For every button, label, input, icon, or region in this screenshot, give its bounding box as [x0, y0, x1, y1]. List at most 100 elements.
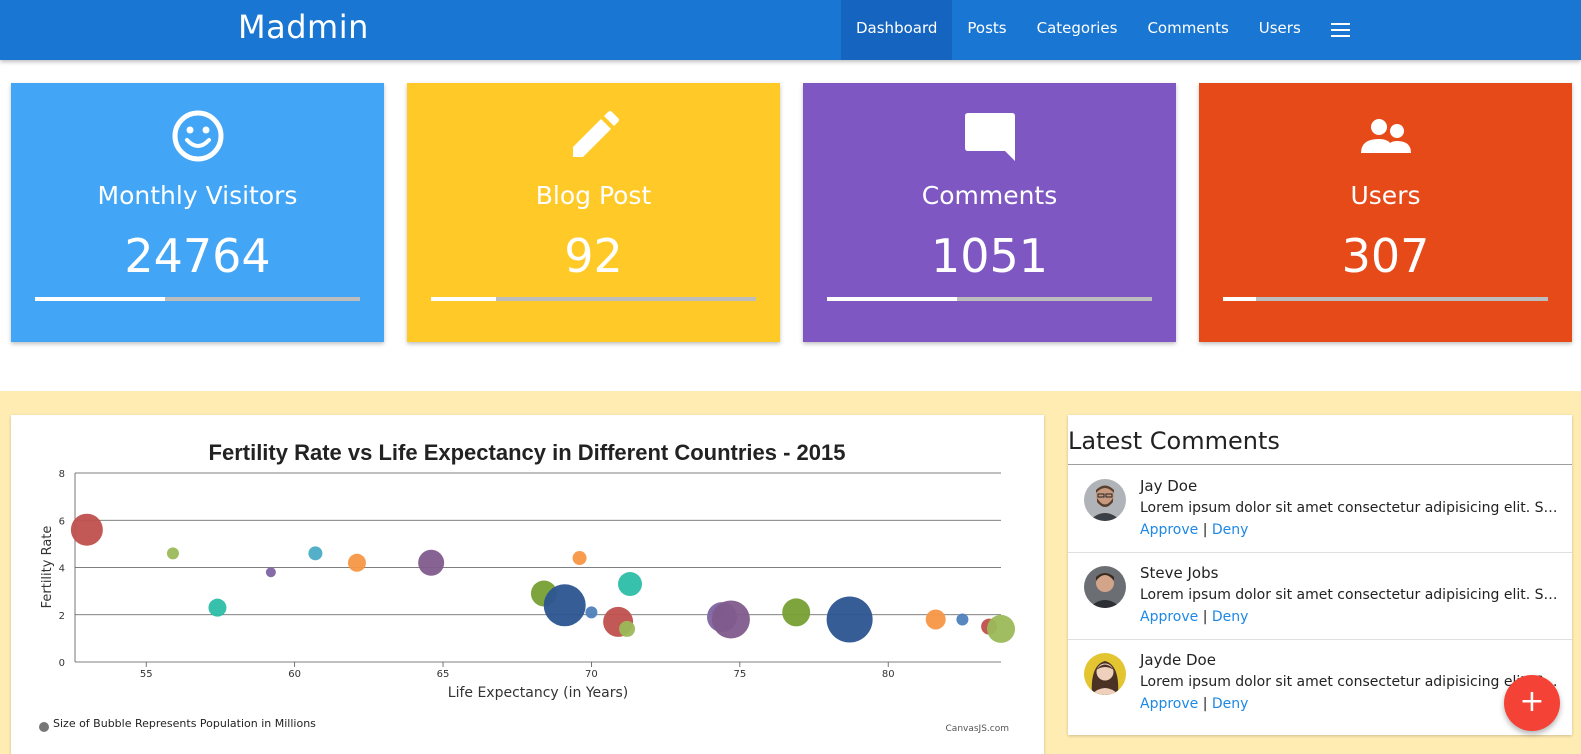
y-tick-label: 2	[59, 611, 65, 622]
chart-bubble[interactable]	[572, 551, 587, 566]
man-with-beard-avatar	[1084, 479, 1126, 521]
y-axis-label: Fertility Rate	[40, 526, 55, 609]
stat-progress-bar	[35, 297, 360, 301]
comment-author: Jay Doe	[1140, 477, 1198, 495]
chart-bubbles	[70, 513, 1015, 643]
chart-bubble[interactable]	[308, 546, 323, 561]
x-tick-label: 75	[733, 669, 746, 680]
comment-actions: Approve | Deny	[1140, 522, 1248, 538]
chart-bubble[interactable]	[711, 600, 750, 639]
nav-comments[interactable]: Comments	[1132, 0, 1243, 60]
nav-dashboard[interactable]: Dashboard	[841, 0, 953, 60]
chart-title: Fertility Rate vs Life Expectancy in Dif…	[209, 440, 846, 465]
comment-actions: Approve | Deny	[1140, 609, 1248, 625]
y-tick-label: 6	[59, 516, 65, 527]
chart-bubble[interactable]	[925, 609, 946, 630]
main-nav: Dashboard Posts Categories Comments User…	[841, 0, 1366, 60]
bubble-chart: Fertility Rate vs Life Expectancy in Dif…	[39, 440, 1015, 734]
y-axis-ticks: 0 2 4 6 8	[59, 469, 65, 669]
x-tick-label: 70	[585, 669, 598, 680]
comment-author: Jayde Doe	[1140, 651, 1216, 669]
stat-progress-fill	[431, 297, 496, 301]
chart-bubble[interactable]	[782, 598, 811, 627]
stat-card-users: Users 307	[1199, 83, 1572, 342]
approve-link[interactable]: Approve	[1140, 696, 1198, 712]
x-tick-label: 55	[140, 669, 153, 680]
chart-bubble[interactable]	[987, 614, 1015, 643]
chart-bubble[interactable]	[956, 613, 969, 626]
x-axis-ticks: 55 60 65 70 75 80	[140, 662, 895, 680]
x-tick-label: 65	[437, 669, 450, 680]
chart-bubble[interactable]	[418, 549, 445, 576]
man-portrait-avatar	[1084, 566, 1126, 608]
stat-progress-bar	[827, 297, 1152, 301]
action-separator: |	[1202, 609, 1208, 625]
chart-credit[interactable]: CanvasJS.com	[946, 724, 1009, 734]
action-separator: |	[1202, 696, 1208, 712]
brand-title[interactable]: Madmin	[238, 8, 369, 46]
chart-bubble[interactable]	[543, 584, 586, 627]
stat-value: 92	[564, 229, 623, 283]
smiley-face-icon	[11, 109, 384, 165]
stat-progress-fill	[1223, 297, 1256, 301]
chart-bubble[interactable]	[618, 572, 643, 597]
add-fab-button[interactable]: +	[1504, 675, 1560, 731]
deny-link[interactable]: Deny	[1212, 609, 1249, 625]
nav-users[interactable]: Users	[1244, 0, 1316, 60]
stat-card-comments: Comments 1051	[803, 83, 1176, 342]
stat-card-blog-post: Blog Post 92	[407, 83, 780, 342]
stat-title: Users	[1350, 181, 1421, 210]
top-app-bar: Madmin Dashboard Posts Categories Commen…	[0, 0, 1581, 60]
x-tick-label: 60	[288, 669, 301, 680]
approve-link[interactable]: Approve	[1140, 522, 1198, 538]
latest-comments-title: Latest Comments	[1068, 427, 1280, 455]
action-separator: |	[1202, 522, 1208, 538]
approve-link[interactable]: Approve	[1140, 609, 1198, 625]
chat-bubble-icon	[803, 109, 1176, 165]
chart-bubble[interactable]	[826, 596, 873, 643]
plus-icon: +	[1519, 683, 1545, 719]
chart-bubble[interactable]	[585, 606, 598, 619]
chart-bubble[interactable]	[347, 553, 366, 572]
deny-link[interactable]: Deny	[1212, 696, 1249, 712]
stat-progress-bar	[1223, 297, 1548, 301]
comment-item: Jayde Doe Lorem ipsum dolor sit amet con…	[1068, 640, 1572, 727]
x-axis-label: Life Expectancy (in Years)	[448, 685, 628, 701]
group-people-icon	[1199, 109, 1572, 165]
nav-categories[interactable]: Categories	[1022, 0, 1133, 60]
x-tick-label: 80	[882, 669, 895, 680]
comment-item: Steve Jobs Lorem ipsum dolor sit amet co…	[1068, 553, 1572, 640]
comment-text: Lorem ipsum dolor sit amet consectetur a…	[1140, 500, 1560, 516]
stat-title: Monthly Visitors	[97, 181, 298, 210]
stat-progress-bar	[431, 297, 756, 301]
woman-portrait-avatar	[1084, 653, 1126, 695]
nav-posts[interactable]: Posts	[952, 0, 1021, 60]
y-tick-label: 0	[59, 658, 65, 669]
chart-bubble[interactable]	[70, 513, 103, 546]
stat-value: 24764	[124, 229, 271, 283]
legend-marker	[39, 722, 49, 732]
deny-link[interactable]: Deny	[1212, 522, 1249, 538]
stat-value: 307	[1341, 229, 1430, 283]
comments-divider	[1068, 464, 1572, 465]
chart-bubble[interactable]	[265, 567, 276, 578]
y-tick-label: 4	[59, 564, 65, 575]
stat-value: 1051	[930, 229, 1049, 283]
bubble-chart-panel: Fertility Rate vs Life Expectancy in Dif…	[11, 415, 1044, 754]
chart-bubble[interactable]	[208, 598, 227, 617]
comment-text: Lorem ipsum dolor sit amet consectetur a…	[1140, 674, 1560, 690]
chart-bubble[interactable]	[619, 620, 636, 637]
y-tick-label: 8	[59, 469, 65, 480]
comment-author: Steve Jobs	[1140, 564, 1219, 582]
pencil-icon	[407, 109, 780, 165]
hamburger-menu-icon[interactable]	[1316, 0, 1366, 60]
comment-item: Jay Doe Lorem ipsum dolor sit amet conse…	[1068, 466, 1572, 553]
chart-legend: Size of Bubble Represents Population in …	[53, 717, 316, 730]
stat-title: Comments	[921, 181, 1058, 210]
comment-actions: Approve | Deny	[1140, 696, 1248, 712]
stat-progress-fill	[35, 297, 165, 301]
chart-bubble[interactable]	[166, 547, 179, 560]
comment-text: Lorem ipsum dolor sit amet consectetur a…	[1140, 587, 1560, 603]
latest-comments-panel: Latest Comments Jay Doe Lorem ipsum dolo…	[1068, 415, 1572, 735]
stat-card-monthly-visitors: Monthly Visitors 24764	[11, 83, 384, 342]
